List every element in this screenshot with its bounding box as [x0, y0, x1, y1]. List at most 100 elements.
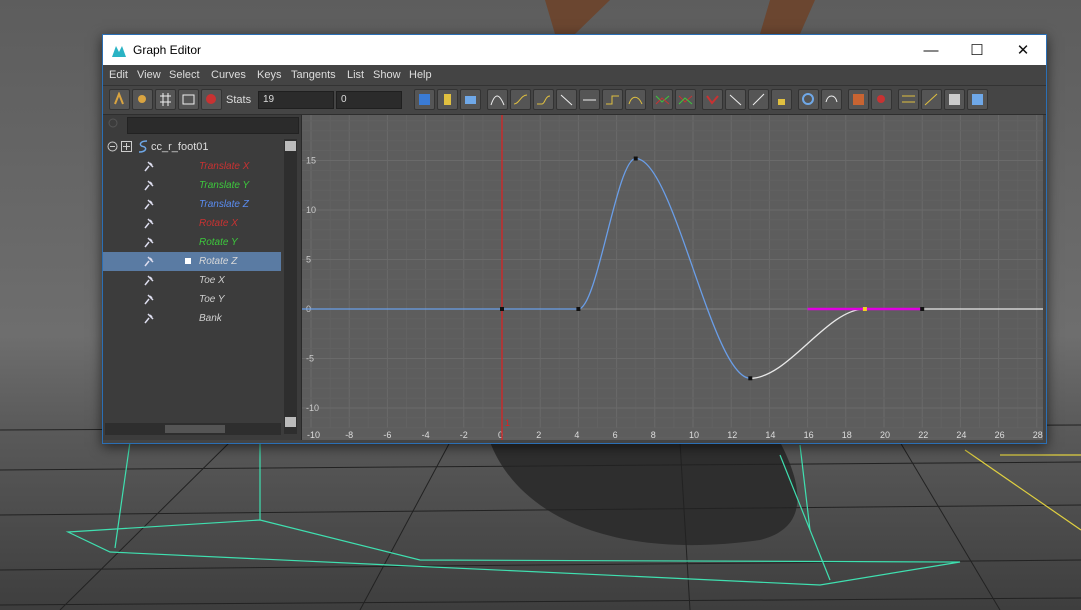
pin-icon[interactable] — [143, 198, 155, 210]
attribute-row[interactable]: Toe X — [103, 271, 281, 290]
keyframe[interactable] — [500, 307, 504, 311]
x-tick-label: -8 — [345, 430, 353, 440]
attribute-label: Translate X — [199, 161, 250, 172]
value-field[interactable]: 0 — [336, 91, 402, 109]
center-current-time-button[interactable] — [460, 89, 481, 110]
region-tool-button[interactable] — [178, 89, 199, 110]
outliner-search-input[interactable] — [127, 117, 299, 134]
pin-icon[interactable] — [143, 274, 155, 286]
y-tick-label: 10 — [306, 205, 316, 215]
move-key-tool-button[interactable] — [109, 89, 130, 110]
attribute-row[interactable]: Rotate Y — [103, 233, 281, 252]
swap-buffer-button[interactable] — [871, 89, 892, 110]
minimize-button[interactable]: — — [908, 35, 954, 65]
graph-outliner[interactable]: cc_r_foot01 Translate X Translate Y Transl… — [103, 115, 302, 440]
x-tick-label: 20 — [880, 430, 890, 440]
lock-button[interactable] — [771, 89, 792, 110]
x-tick-label: 26 — [995, 430, 1005, 440]
keyframe[interactable] — [920, 307, 925, 311]
menu-bar: Edit View Select Curves Keys Tangents Li… — [103, 65, 1046, 86]
menu-edit[interactable]: Edit — [109, 69, 128, 81]
pin-icon[interactable] — [143, 217, 155, 229]
menu-list[interactable]: List — [347, 69, 364, 81]
keyframe[interactable] — [748, 376, 753, 381]
curve-graph[interactable]: 151050-5-10-10 -8 -6 -4 -2 0 2 4 6 8 10 12 14 16 18 20 2… — [302, 115, 1043, 440]
y-tick-label: 5 — [306, 255, 311, 265]
menu-tangents[interactable]: Tangents — [291, 69, 336, 81]
break-tangents-button[interactable] — [652, 89, 673, 110]
stats-label: Stats — [226, 94, 252, 106]
trax-editor-button[interactable] — [921, 89, 942, 110]
clamped-tangent-button[interactable] — [533, 89, 554, 110]
flat-tangent-button[interactable] — [579, 89, 600, 110]
retime-tool-button[interactable] — [201, 89, 222, 110]
step-tangent-button[interactable] — [602, 89, 623, 110]
maximize-button[interactable]: ☐ — [954, 35, 1000, 65]
rotate-z-curve — [302, 157, 751, 379]
x-tick-label: -2 — [460, 430, 468, 440]
frame-playback-range-button[interactable] — [437, 89, 458, 110]
x-tick-label: 14 — [765, 430, 775, 440]
nurbs-curve-icon — [138, 140, 148, 153]
weighted-tangents-button[interactable] — [748, 89, 769, 110]
menu-select[interactable]: Select — [169, 69, 200, 81]
pin-icon[interactable] — [143, 255, 155, 267]
x-tick-label: 24 — [956, 430, 966, 440]
lattice-tool-button[interactable] — [155, 89, 176, 110]
menu-show[interactable]: Show — [373, 69, 401, 81]
dopesheet-button[interactable] — [898, 89, 919, 110]
attribute-row[interactable]: Translate Z — [103, 195, 281, 214]
unify-tangents-button[interactable] — [675, 89, 696, 110]
lock-tangent-weight-button[interactable] — [725, 89, 746, 110]
normalize-button[interactable] — [944, 89, 965, 110]
attribute-label: Translate Y — [199, 180, 250, 191]
attribute-row[interactable]: Toe Y — [103, 290, 281, 309]
node-row[interactable]: cc_r_foot01 — [103, 137, 281, 156]
attribute-label: Rotate Z — [199, 256, 238, 267]
insert-key-tool-button[interactable] — [132, 89, 153, 110]
collapse-icon[interactable] — [107, 141, 118, 152]
menu-keys[interactable]: Keys — [257, 69, 281, 81]
keyframe[interactable] — [862, 307, 867, 311]
plateau-tangent-button[interactable] — [625, 89, 646, 110]
pin-icon[interactable] — [143, 293, 155, 305]
scroll-up-arrow[interactable] — [285, 141, 296, 151]
linear-tangent-button[interactable] — [556, 89, 577, 110]
outliner-vertical-scrollbar[interactable] — [284, 139, 297, 434]
stacked-curves-button[interactable] — [967, 89, 988, 110]
spline-tangent-button[interactable] — [510, 89, 531, 110]
x-tick-label: 18 — [842, 430, 852, 440]
keyframe[interactable] — [576, 307, 581, 311]
attribute-row[interactable]: Translate X — [103, 157, 281, 176]
graph-view[interactable]: 15 10 5 0 -5 -10 -10 -8 -6 -4 -2 0 2 4 6 8 10 12 14 16 18 20 2… — [302, 115, 1043, 440]
pin-icon[interactable] — [143, 312, 155, 324]
keyframe[interactable] — [633, 156, 638, 161]
maya-app-icon — [112, 46, 126, 57]
pin-icon[interactable] — [143, 236, 155, 248]
title-bar[interactable]: Graph Editor — ☐ ✕ — [103, 35, 1046, 65]
cycle-offset-button[interactable] — [821, 89, 842, 110]
menu-help[interactable]: Help — [409, 69, 432, 81]
expand-icon[interactable] — [121, 141, 132, 152]
menu-curves[interactable]: Curves — [211, 69, 246, 81]
attribute-row[interactable]: Rotate Z — [103, 252, 281, 271]
stats-field[interactable]: 19 — [258, 91, 334, 109]
pin-icon[interactable] — [143, 160, 155, 172]
attribute-label: Toe Y — [199, 294, 225, 305]
auto-tangent-button[interactable] — [487, 89, 508, 110]
scroll-thumb[interactable] — [165, 425, 225, 433]
outliner-horizontal-scrollbar[interactable] — [105, 423, 281, 435]
pin-icon[interactable] — [143, 179, 155, 191]
x-tick-label: 12 — [727, 430, 737, 440]
attribute-row[interactable]: Translate Y — [103, 176, 281, 195]
menu-view[interactable]: View — [137, 69, 161, 81]
close-button[interactable]: ✕ — [1000, 35, 1046, 65]
attribute-row[interactable]: Bank — [103, 309, 281, 328]
buffer-curve-button[interactable] — [848, 89, 869, 110]
free-tangent-weight-button[interactable] — [702, 89, 723, 110]
scroll-down-arrow[interactable] — [285, 417, 296, 427]
frame-all-button[interactable] — [414, 89, 435, 110]
attribute-row[interactable]: Rotate X — [103, 214, 281, 233]
graph-editor-window[interactable]: Graph Editor — ☐ ✕ Edit View Select Curv… — [102, 34, 1047, 444]
cycle-button[interactable] — [798, 89, 819, 110]
